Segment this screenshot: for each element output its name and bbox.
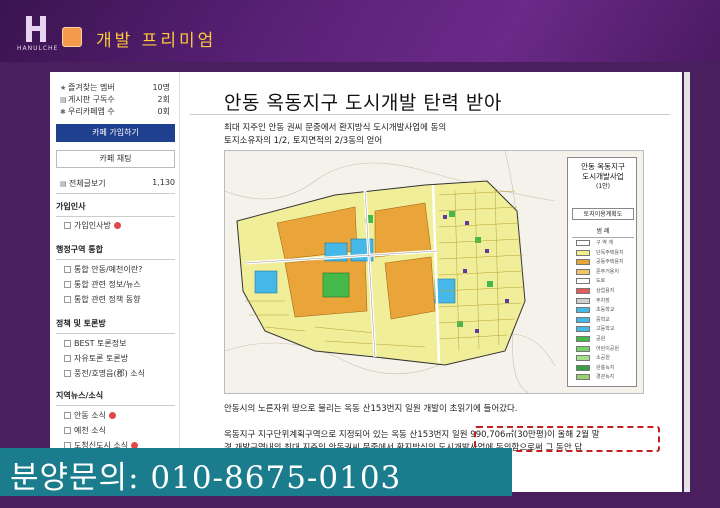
legend-label: 경관녹지 (596, 374, 615, 381)
legend-swatch (576, 316, 590, 323)
menu-item-yecheon-news[interactable]: 예천 소식 (64, 425, 106, 436)
board-icon (64, 222, 71, 229)
logo-text: HANULCHE (17, 45, 59, 52)
section-title-greeting: 가입인사 (56, 201, 175, 217)
menu-item-greeting[interactable]: 가입인사방 (64, 220, 121, 231)
legend-swatch (576, 326, 590, 333)
legend-swatch (576, 240, 590, 246)
stat-row-subscriptions[interactable]: ▤게시판 구독수 2회 (60, 94, 170, 106)
legend-swatch (576, 268, 590, 275)
map-drawing (225, 151, 556, 393)
legend-label: 준주거용지 (596, 268, 620, 275)
scrollbar[interactable] (684, 72, 690, 492)
legend-label: 상업용지 (596, 288, 615, 294)
article-subhead-1: 최대 지주인 안동 권씨 문중에서 환지방식 도시개발사업에 동의 (224, 123, 447, 133)
legend-swatch (576, 259, 590, 266)
menu-item-merger-news[interactable]: 통합 관련 정보/뉴스 (64, 279, 141, 290)
list-icon: ▤ (60, 180, 69, 188)
article-subhead-2: 토지소유자의 1/2, 토지면적의 2/3동의 얻어 (224, 136, 383, 146)
menu-item-andong-news[interactable]: 안동 소식 (64, 410, 116, 421)
board-icon (64, 370, 71, 377)
legend-label: 구 역 계 (596, 240, 613, 246)
article-title: 안동 옥동지구 도시개발 탄력 받아 (224, 92, 502, 114)
board-icon (64, 355, 71, 362)
map-caption: 안동시의 노른자위 땅으로 불리는 옥동 산153번지 일원 개발이 초읽기에 … (224, 404, 518, 414)
section-title-regional: 지역뉴스/소식 (56, 390, 175, 406)
view-all-posts[interactable]: ▤ 전체글보기 1,130 (56, 176, 175, 190)
legend-label: 소공원 (596, 355, 610, 362)
legend-swatch (576, 355, 590, 362)
site-header: HANULCHE 개발 프리미엄 (0, 0, 720, 62)
legend-label: 주차장 (596, 297, 610, 304)
map-title: 안동 옥동지구 도시개발사업 (1안) (581, 162, 625, 190)
legend-swatch (576, 364, 590, 371)
legend-label: 어린이공원 (596, 345, 620, 352)
map-legend: 안동 옥동지구 도시개발사업 (1안) 토지이용계획도 범 례 구 역 계단독주… (567, 157, 637, 387)
section-title-merger: 행정구역 통합 (56, 244, 175, 260)
board-icon (64, 427, 71, 434)
menu-item-best[interactable]: BEST 토론정보 (64, 338, 127, 349)
phone-banner: 분양문의: 010-8675-0103 (0, 448, 512, 496)
star-icon: ★ (60, 84, 67, 92)
legend-label: 초등학교 (596, 307, 615, 314)
sidebar: ★ 즐겨찾는 멤버 10명 ▤게시판 구독수 2회 ✱ 우리카페앱 수 0회 카페 … (50, 72, 180, 492)
new-badge-icon (108, 412, 116, 419)
legend-swatch (576, 297, 590, 304)
legend-label: 고등학교 (596, 326, 615, 333)
new-badge-icon (113, 222, 121, 229)
legend-label: 단독주택용지 (596, 249, 624, 256)
legend-label: 완충녹지 (596, 364, 615, 371)
cafe-chat-button[interactable]: 카페 채팅 (56, 150, 175, 168)
legend-swatch (576, 278, 590, 285)
menu-item-merger-what[interactable]: 통합 안동/예천이란? (64, 264, 142, 275)
board-icon (64, 296, 71, 303)
list-icon: ▤ (60, 96, 67, 104)
board-icon (64, 340, 71, 347)
legend-label: 도로 (596, 278, 606, 285)
stat-row-app[interactable]: ✱ 우리카페앱 수 0회 (60, 106, 170, 118)
legend-swatch (576, 307, 590, 314)
legend-swatch (576, 288, 590, 294)
article-content: 안동 옥동지구 도시개발 탄력 받아 최대 지주인 안동 권씨 문중에서 환지방… (190, 72, 682, 492)
divider (56, 193, 175, 194)
legend-label: 공동주택용지 (596, 259, 624, 266)
legend-head: 범 례 (572, 226, 634, 238)
banner-phone-text: 분양문의: 010-8675-0103 (10, 460, 402, 496)
gear-icon: ✱ (60, 108, 66, 116)
legend-swatch (576, 249, 590, 256)
header-title: 개발 프리미엄 (96, 31, 217, 51)
legend-label: 공원 (596, 336, 606, 342)
orange-square-icon (62, 27, 82, 47)
stat-row-members[interactable]: ★ 즐겨찾는 멤버 10명 (60, 82, 170, 94)
board-icon (64, 266, 71, 273)
menu-item-merger-policy[interactable]: 통합 관련 정책 동향 (64, 294, 141, 305)
legend-swatch (576, 345, 590, 352)
menu-item-local-news[interactable]: 풍전/호명읍(郡) 소식 (64, 368, 145, 379)
legend-label: 중학교 (596, 316, 610, 323)
land-use-map: 안동 옥동지구 도시개발사업 (1안) 토지이용계획도 범 례 구 역 계단독주… (224, 150, 644, 394)
join-cafe-button[interactable]: 카페 가입하기 (56, 124, 175, 142)
legend-swatch (576, 374, 590, 381)
legend-swatch (576, 336, 590, 342)
plan-label: 토지이용계획도 (572, 208, 634, 220)
cafe-page: ★ 즐겨찾는 멤버 10명 ▤게시판 구독수 2회 ✱ 우리카페앱 수 0회 카페 … (50, 72, 682, 492)
divider (190, 114, 670, 115)
section-title-policy: 정책 및 토론방 (56, 318, 175, 334)
menu-item-free-debate[interactable]: 자유토론 토론방 (64, 353, 128, 364)
board-icon (64, 412, 71, 419)
board-icon (64, 281, 71, 288)
